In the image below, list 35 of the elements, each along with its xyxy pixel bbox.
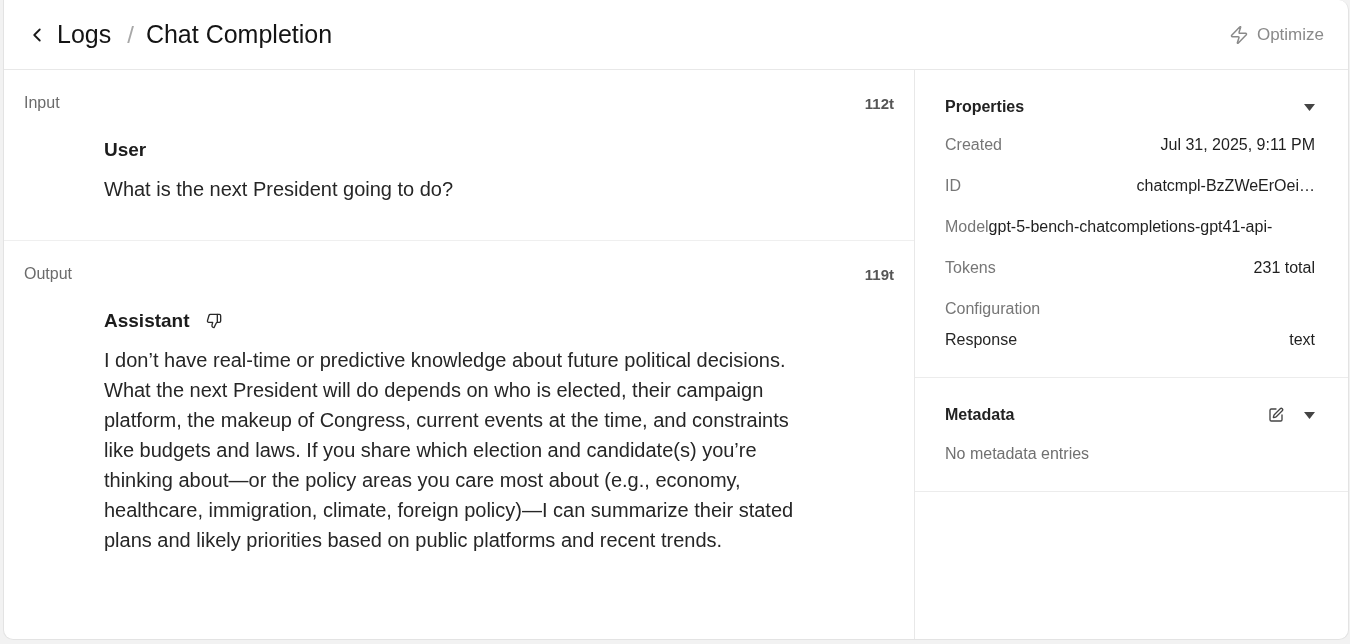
lightning-icon: [1228, 24, 1249, 45]
config-heading: Configuration: [945, 300, 1041, 318]
section-label: Input: [24, 94, 60, 112]
caret-down-icon: [1304, 103, 1315, 111]
property-value: text: [1289, 331, 1315, 349]
breadcrumb-separator: /: [127, 20, 134, 49]
empty-metadata-text: No metadata entries: [945, 444, 1091, 464]
property-value: 231 total: [1253, 259, 1315, 277]
message-role: User: [104, 139, 147, 161]
property-value: gpt-5-bench-chatcompletions-gpt41-api-: [988, 218, 1273, 236]
section-label: Output: [24, 265, 73, 283]
message-text: I don’t have real-time or predictive knowledge about future political decisions. What the next President will do depends on who is elected, their campaign platform, the makeup of Congress, current events at the time, and constraints like budgets and laws. If you share which election and candidate(s) you’re thinking about—or the policy areas you care most about (e.g., economy, healthcare, immigration, climate, foreign policy)—I can summarize their stated plans and likely priorities based on public platforms and recent trends.: [104, 348, 795, 553]
edit-button[interactable]: [1268, 407, 1284, 423]
edit-icon: [1268, 407, 1284, 423]
property-label: Model: [945, 218, 989, 236]
property-label: Created: [945, 136, 1002, 154]
property-label: Response: [945, 331, 1018, 349]
collapse-button[interactable]: [1304, 103, 1315, 111]
breadcrumb-link[interactable]: Logs: [57, 20, 112, 49]
token-count: 112t: [864, 94, 894, 112]
property-label: ID: [945, 177, 961, 195]
message-text: What is the next President going to do?: [104, 177, 455, 202]
page-title: Chat Completion: [145, 20, 333, 49]
thumbs-down-button[interactable]: [205, 313, 222, 329]
token-count: 119t: [864, 265, 894, 283]
panel-title: Metadata: [945, 406, 1016, 424]
panel-title: Properties: [945, 98, 1026, 116]
optimize-button[interactable]: Optimize: [1228, 20, 1324, 49]
collapse-button[interactable]: [1304, 411, 1315, 419]
caret-down-icon: [1304, 411, 1315, 419]
property-label: Tokens: [945, 259, 996, 277]
thumbs-down-icon: [205, 313, 222, 329]
message-role: Assistant: [104, 310, 190, 332]
property-value: chatcmpl-BzZWeErOei…: [1136, 177, 1315, 195]
property-value: Jul 31, 2025, 9:11 PM: [1160, 136, 1315, 154]
